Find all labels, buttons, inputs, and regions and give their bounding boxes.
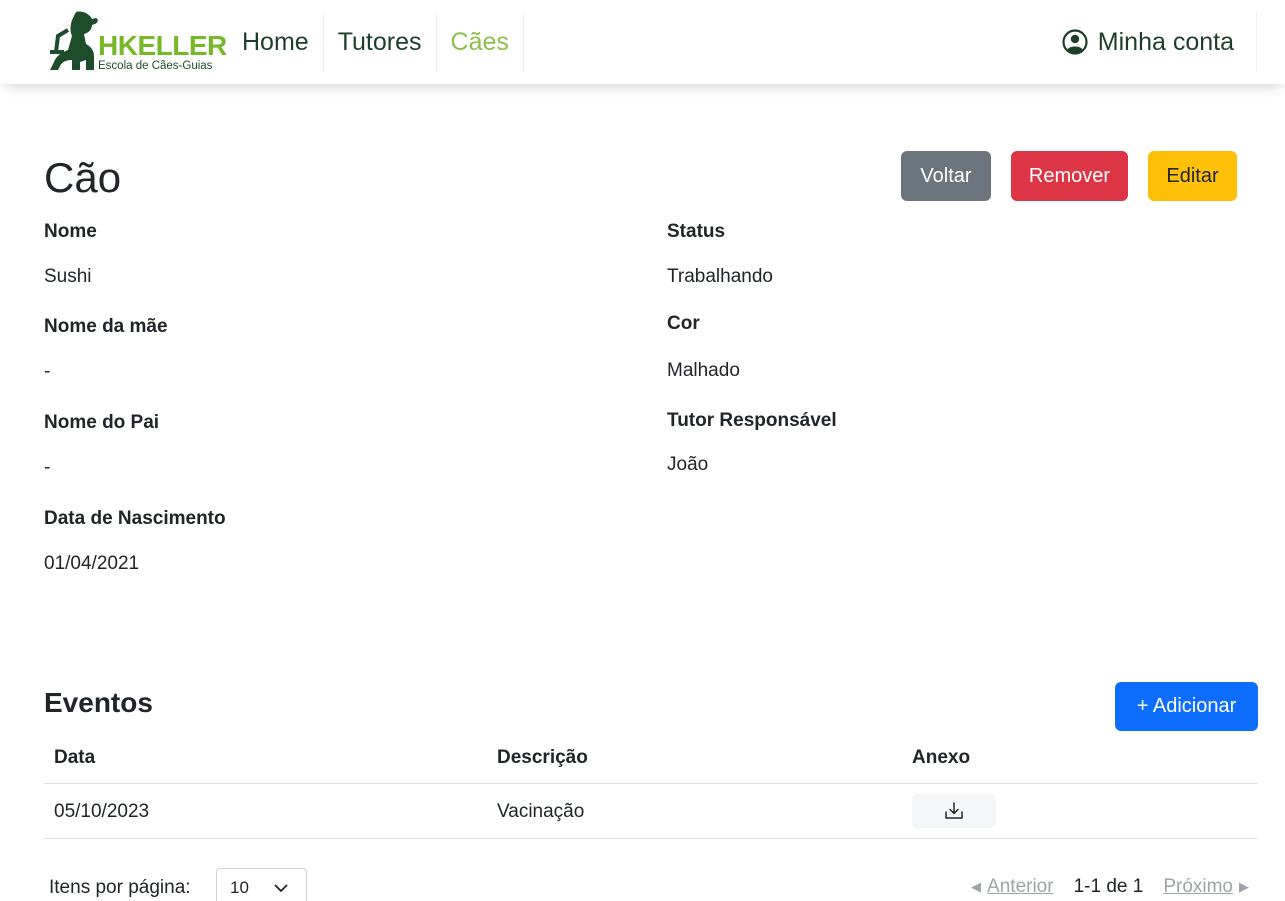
back-button[interactable]: Voltar [901,151,991,201]
field-value-cor: Malhado [667,360,740,381]
brand-subtitle: Escola de Cães-Guias [98,60,213,72]
nav-links: Home Tutores Cães [228,12,524,72]
add-event-button[interactable]: + Adicionar [1115,682,1258,731]
nav-tutores[interactable]: Tutores [324,12,437,72]
download-attachment-button[interactable] [912,794,996,828]
column-header-anexo: Anexo [912,747,971,768]
cell-date: 05/10/2023 [54,801,150,822]
caret-right-icon: ▶ [1239,879,1249,894]
events-title: Eventos [44,687,153,718]
field-value-nome-pai: - [44,457,51,478]
pagination: ◀ Anterior 1-1 de 1 Próximo ▶ [971,874,1249,900]
table-row: 05/10/2023 Vacinação [44,784,1258,839]
field-label-nome-pai: Nome do Pai [44,412,160,433]
field-label-cor: Cor [667,313,700,334]
field-label-tutor: Tutor Responsável [667,410,837,431]
items-per-page-select[interactable]: 10 [216,868,307,901]
guide-dog-logo-icon [50,11,98,71]
field-label-nome-mae: Nome da mãe [44,316,168,337]
field-value-data-nascimento: 01/04/2021 [44,553,140,574]
field-value-status: Trabalhando [667,266,773,287]
nav-caes[interactable]: Cães [437,12,524,72]
items-per-page-label: Itens por página: [49,877,191,898]
remove-button[interactable]: Remover [1011,151,1128,201]
page-range: 1-1 de 1 [1073,876,1144,897]
navbar: HKELLER Escola de Cães-Guias Home Tutore… [0,0,1285,84]
field-value-nome-mae: - [44,361,51,382]
field-value-nome: Sushi [44,266,92,287]
column-header-data: Data [54,747,96,768]
user-circle-icon [1062,29,1088,55]
previous-page-link[interactable]: Anterior [987,876,1054,898]
next-page-link[interactable]: Próximo [1163,876,1233,898]
account-menu[interactable]: Minha conta [1062,12,1257,72]
edit-button[interactable]: Editar [1148,151,1237,201]
table-header: Data Descrição Anexo [44,736,1258,784]
brand-name: HKELLER [98,30,227,61]
column-header-descricao: Descrição [497,747,588,768]
brand-logo[interactable]: HKELLER Escola de Cães-Guias [46,10,227,72]
nav-home[interactable]: Home [228,12,324,72]
field-value-tutor: João [667,454,709,475]
items-per-page-value: 10 [230,878,249,897]
events-table: Data Descrição Anexo 05/10/2023 Vacinaçã… [44,736,1258,839]
chevron-down-icon [274,884,288,892]
field-label-nome: Nome [44,221,97,242]
account-label: Minha conta [1097,27,1234,56]
field-label-data-nascimento: Data de Nascimento [44,508,226,529]
page-title: Cão [44,154,122,201]
download-icon [945,802,963,819]
field-label-status: Status [667,221,726,242]
cell-description: Vacinação [497,801,585,822]
caret-left-icon: ◀ [971,879,982,894]
